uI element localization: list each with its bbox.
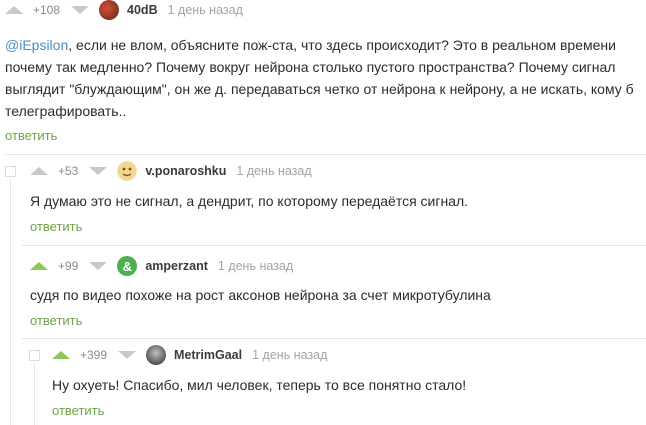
- collapse-icon[interactable]: [5, 166, 16, 177]
- comment-header: +99 & amperzant 1 день назад: [30, 256, 293, 276]
- comment-text-line: телеграфировать..: [5, 103, 127, 119]
- thread-line: [10, 178, 11, 425]
- downvote-icon[interactable]: [89, 167, 108, 175]
- comment-body: @iEpsilon, если не влом, объясните пож-с…: [5, 34, 640, 122]
- thread-divider: [22, 245, 646, 246]
- comment-rating: +399: [80, 348, 108, 362]
- username[interactable]: v.ponaroshku: [145, 164, 226, 178]
- comment-rating: +99: [58, 259, 79, 273]
- avatar[interactable]: &: [117, 256, 138, 276]
- comment-body: Ну охуеть! Спасибо, мил человек, теперь …: [52, 377, 467, 393]
- user-mention[interactable]: @iEpsilon: [5, 37, 68, 53]
- downvote-icon[interactable]: [71, 6, 90, 14]
- comment-header: +108 40dB 1 день назад: [5, 0, 243, 20]
- comment-text-line: почему так медленно? Почему вокруг нейро…: [5, 59, 616, 75]
- thread-divider: [22, 338, 646, 339]
- timestamp: 1 день назад: [252, 348, 328, 362]
- upvote-icon[interactable]: [30, 262, 48, 270]
- upvote-icon[interactable]: [52, 351, 70, 359]
- timestamp: 1 день назад: [217, 259, 294, 273]
- reply-link[interactable]: ответить: [30, 313, 82, 328]
- thread-divider: [5, 154, 646, 155]
- upvote-icon[interactable]: [5, 6, 23, 14]
- avatar[interactable]: [99, 0, 120, 20]
- reply-link[interactable]: ответить: [5, 128, 57, 143]
- thread-line: [34, 362, 35, 425]
- reply-link[interactable]: ответить: [52, 403, 104, 418]
- username[interactable]: amperzant: [145, 259, 208, 273]
- downvote-icon[interactable]: [89, 262, 108, 270]
- comment-header: +399 MetrimGaal 1 день назад: [52, 345, 327, 365]
- avatar[interactable]: [117, 161, 138, 181]
- collapse-icon[interactable]: [29, 350, 40, 361]
- comment-header: +53 v.ponaroshku 1 день назад: [30, 161, 312, 181]
- username[interactable]: MetrimGaal: [174, 348, 242, 362]
- comment-body: Я думаю это не сигнал, а дендрит, по кот…: [30, 193, 469, 209]
- timestamp: 1 день назад: [236, 164, 312, 178]
- comment-text-line: , если не влом, объясните пож-ста, что з…: [68, 37, 616, 53]
- comment-body: судя по видео похоже на рост аксонов ней…: [30, 287, 491, 303]
- upvote-icon[interactable]: [30, 167, 48, 175]
- comment-rating: +53: [58, 164, 79, 178]
- username[interactable]: 40dB: [127, 3, 158, 17]
- comment-text-line: выглядит "блуждающим", он же д. передава…: [5, 81, 634, 97]
- reply-link[interactable]: ответить: [30, 219, 82, 234]
- downvote-icon[interactable]: [118, 351, 137, 359]
- comment-rating: +108: [33, 3, 61, 17]
- timestamp: 1 день назад: [167, 3, 243, 17]
- avatar[interactable]: [146, 345, 167, 365]
